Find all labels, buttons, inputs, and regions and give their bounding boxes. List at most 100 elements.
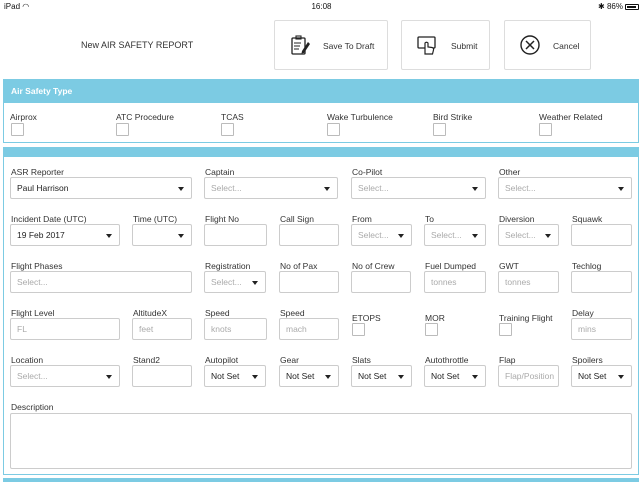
gwt-input[interactable]: tonnes <box>498 271 559 293</box>
call-sign-input[interactable] <box>279 224 339 246</box>
captain-label: Captain <box>205 167 235 177</box>
flight-level-input[interactable]: FL <box>10 318 120 340</box>
from-label: From <box>352 214 372 224</box>
copilot-label: Co-Pilot <box>352 167 383 177</box>
weather-related-checkbox[interactable] <box>539 123 552 136</box>
techlog-input[interactable] <box>571 271 632 293</box>
stand-input[interactable] <box>132 365 192 387</box>
call-sign-label: Call Sign <box>280 214 315 224</box>
training-flight-label: Training Flight <box>499 313 553 323</box>
autothrottle-label: Autothrottle <box>425 355 469 365</box>
status-time: 16:08 <box>311 2 332 11</box>
page-title: New AIR SAFETY REPORT <box>81 40 194 50</box>
type-label-airprox: Airprox <box>10 112 37 122</box>
submit-label: Submit <box>451 41 478 51</box>
registration-label: Registration <box>205 261 251 271</box>
gwt-label: GWT <box>499 261 519 271</box>
battery-icon <box>625 3 639 10</box>
spoilers-select[interactable]: Not Set <box>571 365 632 387</box>
mor-checkbox[interactable] <box>425 323 438 336</box>
description-textarea[interactable] <box>10 413 632 469</box>
etops-checkbox[interactable] <box>352 323 365 336</box>
chevron-down-icon <box>325 375 331 379</box>
asr-reporter-select[interactable]: Paul Harrison <box>10 177 192 199</box>
stand-label: Stand2 <box>133 355 160 365</box>
etops-label: ETOPS <box>352 313 381 323</box>
cancel-label: Cancel <box>553 41 580 51</box>
delay-label: Delay <box>572 308 594 318</box>
air-safety-type-header: Air Safety Type <box>3 79 639 103</box>
squawk-input[interactable] <box>571 224 632 246</box>
status-bar: iPad ◠ 16:08 ✱ 86% <box>0 0 643 13</box>
incident-date-select[interactable]: 19 Feb 2017 <box>10 224 120 246</box>
diversion-select[interactable]: Select... <box>498 224 559 246</box>
clipboard-edit-icon <box>291 35 310 55</box>
incident-date-label: Incident Date (UTC) <box>11 214 87 224</box>
report-header: New AIR SAFETY REPORT Save To Draft Subm… <box>0 13 643 75</box>
autopilot-label: Autopilot <box>205 355 239 365</box>
chevron-down-icon <box>106 234 112 238</box>
flight-no-label: Flight No <box>205 214 240 224</box>
autothrottle-select[interactable]: Not Set <box>424 365 486 387</box>
speed-knots-label: Speed <box>205 308 230 318</box>
type-label-wake-turbulence: Wake Turbulence <box>327 112 393 122</box>
diversion-label: Diversion <box>499 214 535 224</box>
save-to-draft-button[interactable]: Save To Draft <box>274 20 388 70</box>
wake-turbulence-checkbox[interactable] <box>327 123 340 136</box>
cancel-button[interactable]: Cancel <box>504 20 591 70</box>
autopilot-select[interactable]: Not Set <box>204 365 266 387</box>
other-label: Other <box>499 167 521 177</box>
gear-label: Gear <box>280 355 299 365</box>
type-label-bird-strike: Bird Strike <box>433 112 473 122</box>
altitude-input[interactable]: feet <box>132 318 192 340</box>
speed-knots-input[interactable]: knots <box>204 318 267 340</box>
chevron-down-icon <box>618 375 624 379</box>
training-flight-checkbox[interactable] <box>499 323 512 336</box>
speed-mach-label: Speed <box>280 308 305 318</box>
no-of-crew-label: No of Crew <box>352 261 395 271</box>
chevron-down-icon <box>324 187 330 191</box>
close-circle-icon <box>520 35 540 55</box>
description-label: Description <box>11 402 54 412</box>
mor-label: MOR <box>425 313 445 323</box>
flight-phases-input[interactable]: Select... <box>10 271 192 293</box>
delay-input[interactable]: mins <box>571 318 632 340</box>
bird-strike-checkbox[interactable] <box>433 123 446 136</box>
from-select[interactable]: Select... <box>351 224 412 246</box>
gear-select[interactable]: Not Set <box>279 365 339 387</box>
to-select[interactable]: Select... <box>424 224 486 246</box>
spoilers-label: Spoilers <box>572 355 603 365</box>
no-of-crew-input[interactable] <box>351 271 411 293</box>
type-label-atc-procedure: ATC Procedure <box>116 112 174 122</box>
asr-reporter-label: ASR Reporter <box>11 167 64 177</box>
time-label: Time (UTC) <box>133 214 178 224</box>
touch-submit-icon <box>417 36 436 55</box>
slats-select[interactable]: Not Set <box>351 365 412 387</box>
fuel-dumped-input[interactable]: tonnes <box>424 271 486 293</box>
type-label-weather-related: Weather Related <box>539 112 603 122</box>
no-of-pax-input[interactable] <box>279 271 339 293</box>
captain-select[interactable]: Select... <box>204 177 338 199</box>
copilot-select[interactable]: Select... <box>351 177 486 199</box>
techlog-label: Techlog <box>572 261 602 271</box>
flight-phases-label: Flight Phases <box>11 261 63 271</box>
flap-input[interactable]: Flap/Position <box>498 365 559 387</box>
tcas-checkbox[interactable] <box>221 123 234 136</box>
slats-label: Slats <box>352 355 371 365</box>
atc-procedure-checkbox[interactable] <box>116 123 129 136</box>
chevron-down-icon <box>178 234 184 238</box>
airprox-checkbox[interactable] <box>11 123 24 136</box>
type-label-tcas: TCAS <box>221 112 244 122</box>
chevron-down-icon <box>252 281 258 285</box>
submit-button[interactable]: Submit <box>401 20 490 70</box>
bluetooth-icon: ✱ <box>598 2 605 11</box>
registration-select[interactable]: Select... <box>204 271 266 293</box>
chevron-down-icon <box>106 375 112 379</box>
flight-no-input[interactable] <box>204 224 267 246</box>
time-select[interactable] <box>132 224 192 246</box>
chevron-down-icon <box>472 375 478 379</box>
speed-mach-input[interactable]: mach <box>279 318 339 340</box>
other-select[interactable]: Select... <box>498 177 632 199</box>
location-select[interactable]: Select... <box>10 365 120 387</box>
chevron-down-icon <box>178 187 184 191</box>
